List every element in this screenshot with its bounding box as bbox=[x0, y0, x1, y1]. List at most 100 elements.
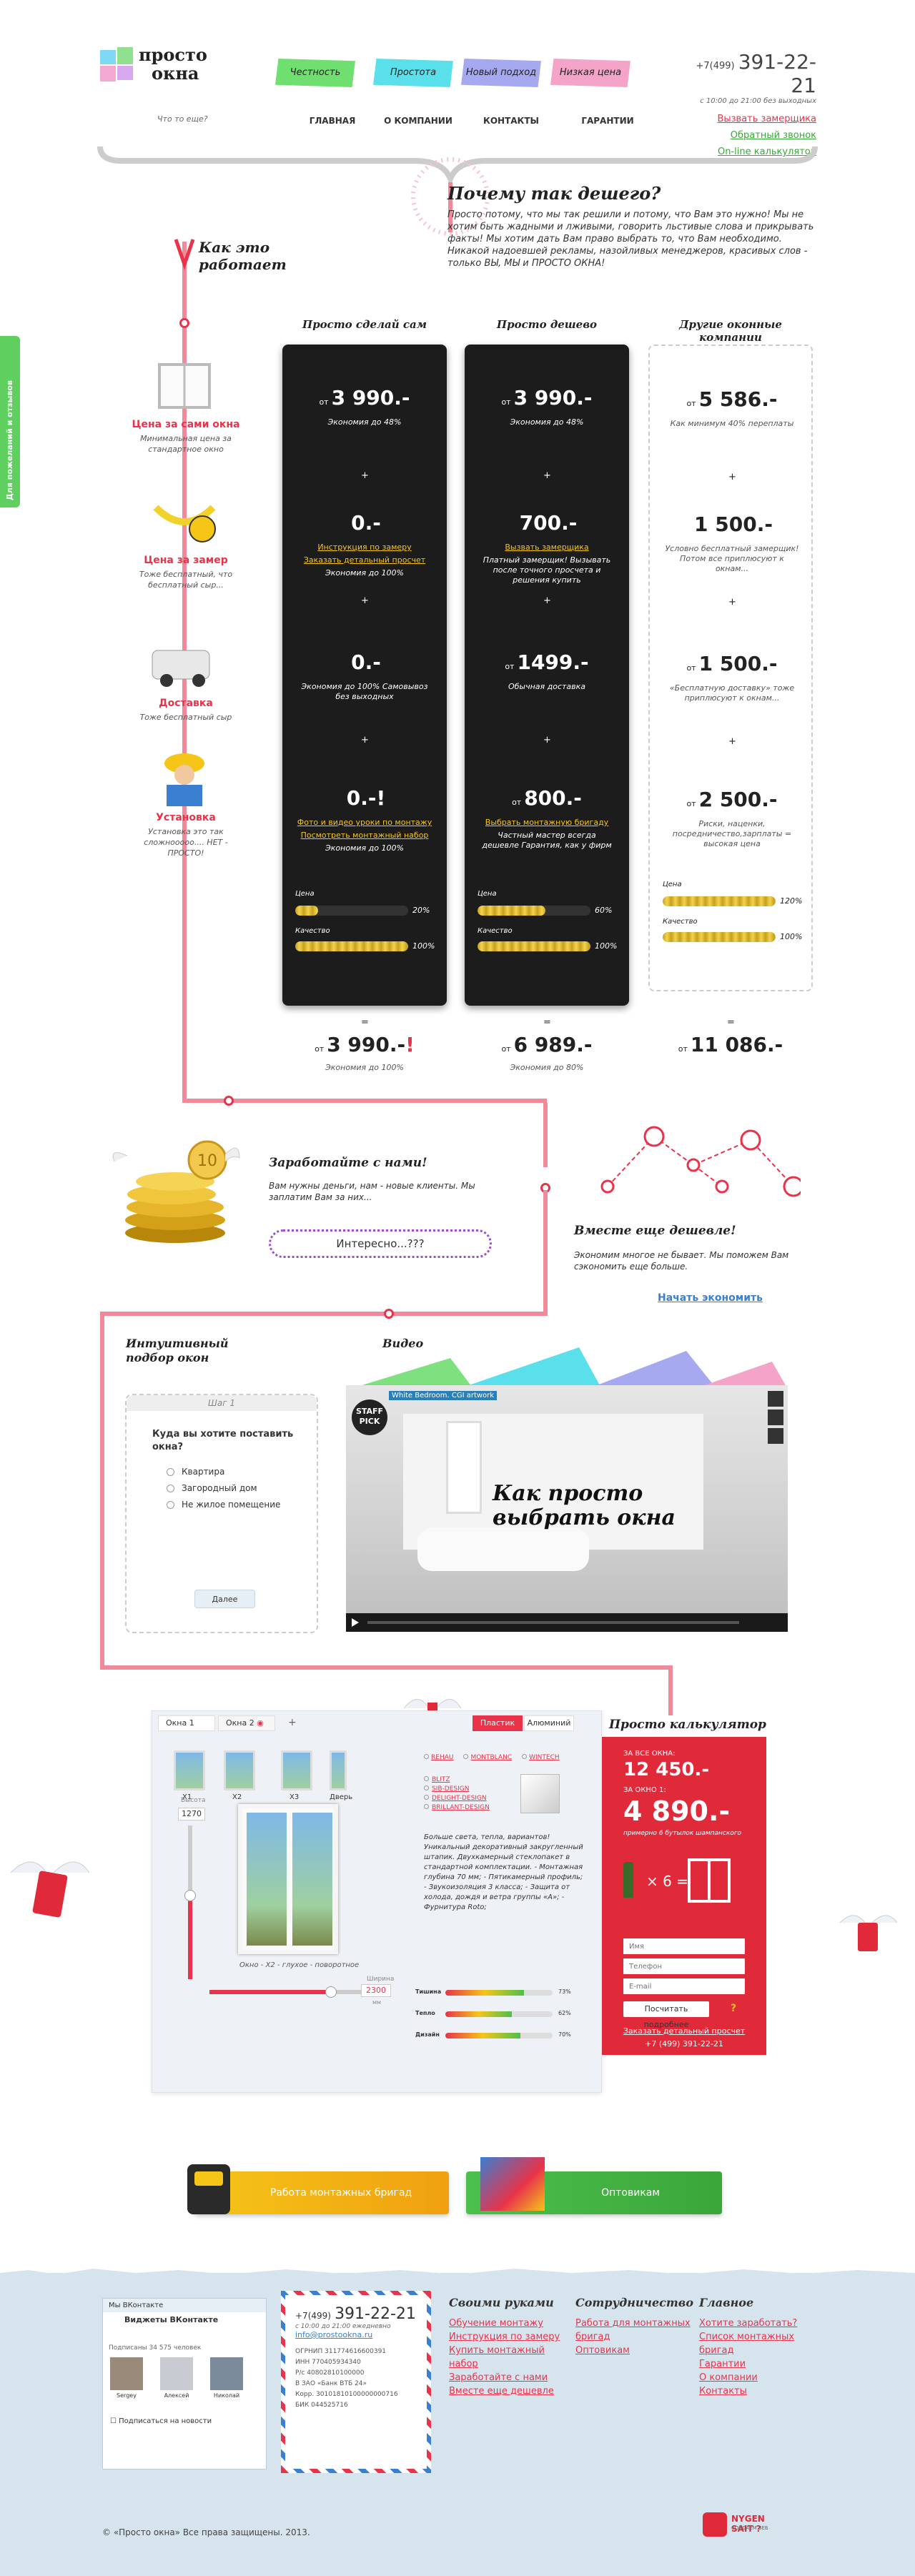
price-bar-fill bbox=[295, 906, 318, 916]
play-icon[interactable] bbox=[352, 1618, 359, 1627]
row-link[interactable]: Заказать детальный просчет bbox=[282, 555, 447, 565]
video-player[interactable]: STAFF PICK White Bedroom. CGI artwork Как… bbox=[346, 1385, 788, 1632]
profile-option[interactable]: DELIGHT-DESIGN bbox=[424, 1794, 490, 1803]
why-title: Почему так дешего? bbox=[447, 183, 661, 204]
profile-option[interactable]: BLITZ bbox=[424, 1775, 490, 1785]
next-button[interactable]: Далее bbox=[194, 1590, 255, 1608]
call-measurer-link[interactable]: Вызвать замерщика bbox=[686, 111, 816, 127]
width-input[interactable]: 2300 bbox=[361, 1984, 391, 1997]
profile-option[interactable]: BRILLANT-DESIGN bbox=[424, 1803, 490, 1813]
footer-link[interactable]: Купить монтажный набор bbox=[449, 2344, 570, 2371]
material-aluminium-tab[interactable]: Алюминий bbox=[524, 1715, 574, 1731]
vk-user[interactable]: Sergey bbox=[110, 2357, 143, 2399]
price-value: 800.- bbox=[524, 786, 582, 810]
header-tab-4[interactable]: Низкая цена bbox=[550, 59, 630, 87]
footer-link[interactable]: Хотите заработать? bbox=[699, 2317, 821, 2330]
earn-text: Вам нужны деньги, нам - новые клиенты. М… bbox=[269, 1181, 475, 1202]
quality-bar-label: Качество bbox=[478, 927, 513, 935]
nav-about[interactable]: О КОМПАНИИ bbox=[382, 116, 454, 126]
nav-contacts[interactable]: КОНТАКТЫ bbox=[475, 116, 547, 126]
row-link[interactable]: Инструкция по замеру bbox=[282, 543, 447, 552]
vk-widget: Мы ВКонтакте Виджеты ВКонтакте Подписаны… bbox=[102, 2298, 267, 2470]
window-type-thumb[interactable] bbox=[224, 1750, 255, 1790]
row-link[interactable]: Выбрать монтажную бригаду bbox=[465, 818, 629, 827]
row-link[interactable]: Вызвать замерщика bbox=[465, 543, 629, 552]
row-sub: Обычная доставка bbox=[508, 682, 586, 691]
brand-option[interactable]: REHAU bbox=[424, 1754, 453, 1761]
start-saving-link[interactable]: Начать экономить bbox=[658, 1292, 763, 1304]
video-controls[interactable] bbox=[346, 1613, 788, 1632]
quality-bar-pct: 100% bbox=[595, 941, 618, 951]
column-total: от 3 990.-! bbox=[282, 1033, 447, 1056]
brand-option[interactable]: MONTBLANC bbox=[463, 1754, 512, 1761]
footer-link[interactable]: Список монтажных бригад bbox=[699, 2330, 821, 2357]
times-six: × 6 = bbox=[646, 1873, 688, 1890]
wholesale-button[interactable]: Оптовикам bbox=[466, 2157, 722, 2214]
footer-link[interactable]: Инструкция по замеру bbox=[449, 2330, 570, 2344]
logo[interactable]: просто окна bbox=[100, 46, 214, 89]
meter-fill bbox=[445, 1990, 524, 1996]
height-slider[interactable] bbox=[184, 1826, 196, 1979]
window-type-thumb[interactable] bbox=[281, 1750, 312, 1790]
order-detailed-calc-link[interactable]: Заказать детальный просчет bbox=[602, 2026, 766, 2036]
calc-field-1[interactable] bbox=[623, 1938, 745, 1954]
video-progress[interactable] bbox=[367, 1621, 739, 1624]
installation-crews-button[interactable]: Работа монтажных бригад bbox=[187, 2164, 449, 2214]
vk-user[interactable]: Алексей bbox=[160, 2357, 193, 2399]
footer-link[interactable]: Работа для монтажных бригад bbox=[575, 2317, 697, 2344]
footer-link[interactable]: Гарантии bbox=[699, 2357, 821, 2371]
help-icon[interactable]: ? bbox=[731, 2003, 736, 2014]
radio-icon[interactable] bbox=[167, 1468, 174, 1476]
footer-link[interactable]: Заработайте с нами bbox=[449, 2371, 570, 2384]
window-type-thumb[interactable] bbox=[330, 1750, 347, 1790]
selector-option[interactable]: Квартира bbox=[167, 1464, 317, 1480]
header-tab-3[interactable]: Новый подход bbox=[461, 59, 541, 87]
row-sub: Платный замерщик! Вызывать после точного… bbox=[483, 555, 611, 585]
video-like-icon[interactable] bbox=[768, 1391, 783, 1407]
vk-user[interactable]: Николай bbox=[210, 2357, 243, 2399]
installation-crews-label: Работа монтажных бригад bbox=[269, 2187, 412, 2199]
row-link[interactable]: Фото и видео уроки по монтажу bbox=[282, 818, 447, 827]
height-input[interactable]: 1270 bbox=[178, 1808, 205, 1820]
add-tab-button[interactable]: + bbox=[288, 1717, 297, 1728]
selector-option[interactable]: Не жилое помещение bbox=[167, 1497, 317, 1513]
nav-guarantees[interactable]: ГАРАНТИИ bbox=[572, 116, 643, 126]
footer-link[interactable]: О компании bbox=[699, 2371, 821, 2384]
footer-link[interactable]: Контакты bbox=[699, 2384, 821, 2398]
header-tab-2[interactable]: Простота bbox=[373, 59, 453, 87]
column-header: Другие оконные компании bbox=[679, 318, 782, 344]
calculate-detailed-button[interactable]: Посчитать подробнее bbox=[623, 2001, 709, 2029]
row-link[interactable]: Посмотреть монтажный набор bbox=[282, 831, 447, 840]
material-plastic-tab[interactable]: Пластик bbox=[473, 1715, 523, 1731]
calc-field-3[interactable] bbox=[623, 1978, 745, 1994]
developer-badge[interactable]: NYGEN SAIT ? СОЗДАЕМ ВЕБ bbox=[703, 2505, 788, 2548]
video-window bbox=[446, 1421, 482, 1514]
selector-option[interactable]: Загородный дом bbox=[167, 1480, 317, 1497]
radio-icon[interactable] bbox=[167, 1485, 174, 1492]
radio-icon[interactable] bbox=[167, 1501, 174, 1509]
footer-hours: с 10:00 до 21:00 ежедневно bbox=[295, 2323, 391, 2330]
width-slider[interactable] bbox=[209, 1986, 367, 1998]
profile-option[interactable]: SIB-DESIGN bbox=[424, 1785, 490, 1794]
brand-option[interactable]: WINTECH bbox=[522, 1754, 560, 1761]
footer-link[interactable]: Вместе еще дешевле bbox=[449, 2384, 570, 2398]
row-sub: Условно бесплатный замерщик! Потом все п… bbox=[665, 544, 799, 573]
footer-link[interactable]: Оптовикам bbox=[575, 2344, 697, 2357]
calc-tab-1[interactable]: Окна 1 bbox=[158, 1715, 215, 1731]
nav-home[interactable]: ГЛАВНАЯ bbox=[297, 116, 368, 126]
header-tab-1[interactable]: Честность bbox=[275, 59, 355, 87]
window-type-thumb[interactable] bbox=[174, 1750, 205, 1790]
vk-subscribe-checkbox[interactable]: ☐ Подписаться на новости bbox=[103, 2417, 266, 2425]
footer-link[interactable]: Обучение монтажу bbox=[449, 2317, 570, 2330]
video-later-icon[interactable] bbox=[768, 1410, 783, 1425]
brand-label: WINTECH bbox=[529, 1754, 560, 1761]
price-bar-pct: 120% bbox=[780, 896, 803, 906]
video-share-icon[interactable] bbox=[768, 1428, 783, 1444]
calc-field-2[interactable] bbox=[623, 1958, 745, 1974]
footer-email[interactable]: info@prostookna.ru bbox=[285, 2330, 427, 2339]
feedback-side-tab[interactable]: Для пожеланий и отзывов bbox=[0, 336, 20, 507]
calc-tab-2[interactable]: Окна 2 ◉ bbox=[218, 1715, 275, 1731]
earn-interesting-button[interactable]: Интересно...??? bbox=[269, 1229, 492, 1258]
footer-torn-edge bbox=[0, 2269, 915, 2280]
footer-col-title: Главное bbox=[699, 2296, 754, 2309]
